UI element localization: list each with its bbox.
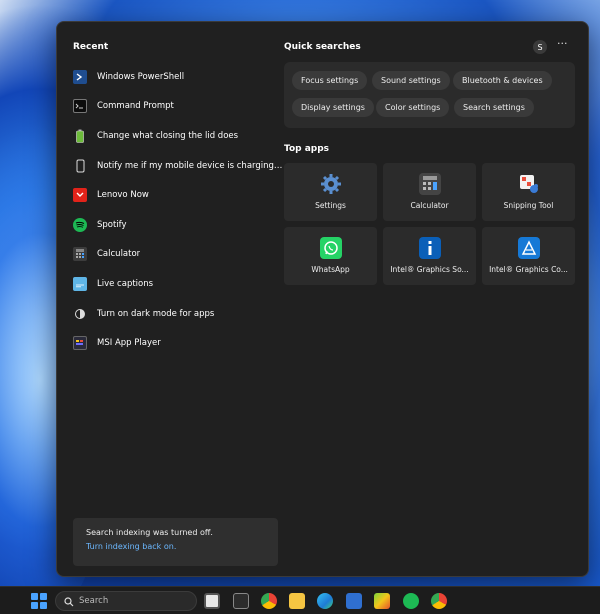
recent-item-windows-powershell[interactable]: Windows PowerShell: [73, 62, 283, 92]
snipping-tool-icon: [518, 173, 540, 195]
recent-item-label: Turn on dark mode for apps: [97, 308, 215, 319]
chip-search-settings[interactable]: Search settings: [454, 98, 534, 117]
top-apps-heading: Top apps: [284, 144, 330, 154]
app-tile-label: Snipping Tool: [503, 201, 554, 210]
spotify-icon[interactable]: [403, 593, 419, 609]
more-options-icon[interactable]: ···: [557, 37, 568, 50]
recent-item-label: Live captions: [97, 278, 154, 289]
calculator-icon: [418, 173, 441, 195]
app-tile-whatsapp[interactable]: WhatsApp: [284, 227, 377, 285]
app-tile-label: Intel® Graphics So...: [390, 265, 469, 274]
app-tile-label: Settings: [315, 201, 346, 210]
chrome-icon[interactable]: [431, 593, 447, 609]
quick-searches-box: Focus settings Sound settings Bluetooth …: [284, 62, 575, 128]
chip-sound-settings[interactable]: Sound settings: [372, 71, 450, 90]
phone-icon: [73, 159, 87, 173]
spotify-icon: [73, 217, 87, 232]
recent-item-label: Windows PowerShell: [97, 71, 185, 82]
indexing-notice: Search indexing was turned off. Turn ind…: [73, 518, 278, 566]
user-avatar[interactable]: S: [533, 40, 547, 54]
app-tile-calculator[interactable]: Calculator: [383, 163, 476, 221]
indexing-notice-text: Search indexing was turned off.: [86, 528, 213, 537]
recent-item-label: Change what closing the lid does: [97, 130, 239, 141]
recent-item-spotify[interactable]: Spotify: [73, 210, 283, 240]
chip-focus-settings[interactable]: Focus settings: [292, 71, 368, 90]
recent-item-label: MSI App Player: [97, 338, 161, 349]
chip-color-settings[interactable]: Color settings: [376, 98, 450, 117]
chip-bluetooth-devices[interactable]: Bluetooth & devices: [453, 71, 552, 90]
quick-searches-heading: Quick searches: [284, 42, 361, 52]
msi-app-player-icon: [73, 336, 87, 351]
recent-item-label: Command Prompt: [97, 101, 174, 112]
recent-heading: Recent: [73, 42, 109, 52]
notepad-icon[interactable]: [346, 593, 362, 609]
settings-gear-icon: [320, 173, 342, 195]
recent-item-label: Spotify: [97, 219, 127, 230]
search-panel: Recent Windows PowerShell Command Prompt…: [56, 21, 589, 577]
turn-indexing-on-link[interactable]: Turn indexing back on.: [86, 542, 265, 551]
windows-start-icon[interactable]: [31, 593, 47, 609]
chip-display-settings[interactable]: Display settings: [292, 98, 374, 117]
recent-item-label: Lenovo Now: [97, 190, 149, 201]
live-captions-icon: [73, 276, 87, 291]
command-prompt-icon: [73, 99, 87, 114]
lenovo-now-icon: [73, 188, 87, 203]
recent-item-change-lid-action[interactable]: Change what closing the lid does: [73, 121, 283, 151]
edge-icon[interactable]: [317, 593, 333, 609]
recent-item-lenovo-now[interactable]: Lenovo Now: [73, 180, 283, 210]
battery-icon: [73, 129, 87, 143]
taskbar: [0, 586, 600, 614]
app-tile-intel-graphics-command[interactable]: Intel® Graphics Co...: [482, 227, 575, 285]
app-tile-label: Intel® Graphics Co...: [489, 265, 568, 274]
app-tile-settings[interactable]: Settings: [284, 163, 377, 221]
app-tile-label: Calculator: [410, 201, 449, 210]
calculator-icon: [73, 247, 87, 262]
bluestacks-icon[interactable]: [374, 593, 390, 609]
recent-list: Windows PowerShell Command Prompt Change…: [73, 62, 283, 358]
search-icon: [64, 592, 74, 611]
app-tile-label: WhatsApp: [311, 265, 350, 274]
taskbar-search-box[interactable]: [55, 591, 197, 611]
recent-item-command-prompt[interactable]: Command Prompt: [73, 92, 283, 122]
app-tile-intel-graphics-software[interactable]: Intel® Graphics So...: [383, 227, 476, 285]
recent-item-live-captions[interactable]: Live captions: [73, 269, 283, 299]
taskbar-app-icon[interactable]: [233, 593, 249, 609]
file-explorer-icon[interactable]: [289, 593, 305, 609]
intel-graphics-command-icon: [517, 237, 540, 259]
chrome-icon[interactable]: [261, 593, 277, 609]
task-view-icon[interactable]: [204, 593, 220, 609]
dark-mode-icon: [73, 307, 87, 321]
whatsapp-icon: [319, 237, 342, 259]
intel-graphics-software-icon: [418, 237, 441, 259]
recent-item-label: Calculator: [97, 249, 141, 260]
recent-item-mobile-charging-notify[interactable]: Notify me if my mobile device is chargin…: [73, 151, 283, 181]
app-tile-snipping-tool[interactable]: Snipping Tool: [482, 163, 575, 221]
taskbar-search-input[interactable]: [79, 596, 179, 606]
powershell-icon: [73, 69, 87, 84]
recent-item-msi-app-player[interactable]: MSI App Player: [73, 328, 283, 358]
recent-item-dark-mode[interactable]: Turn on dark mode for apps: [73, 299, 283, 329]
recent-item-label: Notify me if my mobile device is chargin…: [97, 160, 283, 171]
recent-item-calculator[interactable]: Calculator: [73, 240, 283, 270]
